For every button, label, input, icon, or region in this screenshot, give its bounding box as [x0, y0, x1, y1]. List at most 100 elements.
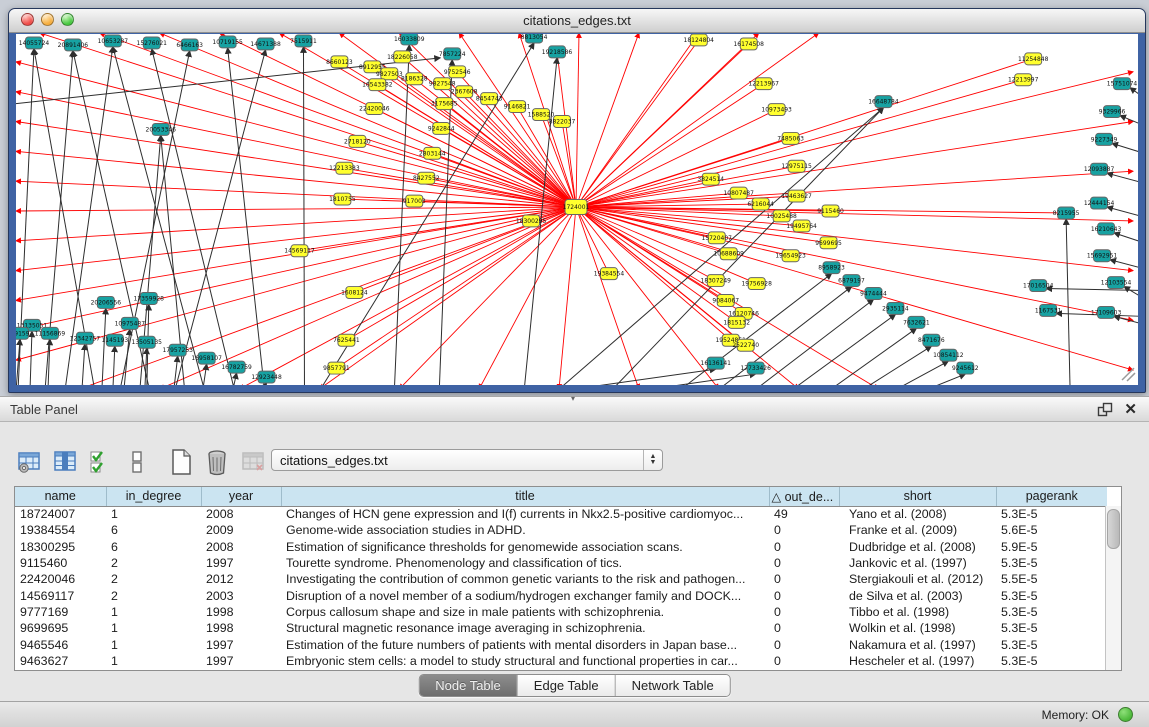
- table-cell[interactable]: de Silva et al. (2003): [839, 587, 996, 603]
- graph-edge[interactable]: [399, 207, 576, 385]
- graph-edge[interactable]: [860, 346, 931, 385]
- table-cell[interactable]: 2008: [201, 539, 281, 555]
- table-cell[interactable]: 18300295: [15, 539, 106, 555]
- graph-edge[interactable]: [576, 34, 579, 207]
- table-cell[interactable]: Nakamura et al. (1997): [839, 636, 996, 652]
- table-cell[interactable]: 5.9E-5: [996, 539, 1107, 555]
- table-row[interactable]: 1456911722003Disruption of a novel membe…: [15, 587, 1107, 603]
- delete-column-button[interactable]: [202, 447, 232, 477]
- graph-edge[interactable]: [160, 34, 576, 207]
- table-cell[interactable]: Tibbo et al. (1998): [839, 604, 996, 620]
- graph-edge[interactable]: [576, 122, 1133, 208]
- table-cell[interactable]: 2012: [201, 571, 281, 587]
- graph-edge[interactable]: [203, 364, 207, 385]
- canvas-resize-grip[interactable]: [1122, 368, 1135, 381]
- graph-edge[interactable]: [30, 331, 32, 385]
- table-cell[interactable]: 49: [769, 506, 839, 522]
- graph-edge[interactable]: [145, 348, 147, 385]
- graph-edge[interactable]: [1110, 260, 1138, 269]
- graph-edge[interactable]: [228, 48, 265, 385]
- graph-edge[interactable]: [152, 49, 235, 385]
- table-cell[interactable]: Corpus callosum shape and size in male p…: [281, 604, 769, 620]
- table-cell[interactable]: 1: [106, 604, 201, 620]
- graph-edge[interactable]: [319, 43, 534, 385]
- table-cell[interactable]: Stergiakouli et al. (2012): [839, 571, 996, 587]
- table-cell[interactable]: Investigating the contribution of common…: [281, 571, 769, 587]
- graph-edge[interactable]: [576, 207, 1133, 271]
- table-cell[interactable]: 18724007: [15, 506, 106, 522]
- table-row[interactable]: 1830029562008Estimation of significance …: [15, 539, 1107, 555]
- graph-edge[interactable]: [16, 207, 576, 330]
- column-header-name[interactable]: name: [15, 487, 106, 506]
- network-canvas[interactable]: 8660123891295518226058982750316543382818…: [16, 34, 1138, 385]
- table-cell[interactable]: 1: [106, 653, 201, 669]
- table-cell[interactable]: 1: [106, 636, 201, 652]
- table-cell[interactable]: 6: [106, 522, 201, 538]
- table-cell[interactable]: 1998: [201, 604, 281, 620]
- table-cell[interactable]: 0: [769, 539, 839, 555]
- graph-edge[interactable]: [1130, 88, 1138, 98]
- table-cell[interactable]: 9699695: [15, 620, 106, 636]
- graph-edge[interactable]: [175, 50, 266, 385]
- table-cell[interactable]: Genome-wide association studies in ADHD.: [281, 522, 769, 538]
- table-cell[interactable]: 19384554: [15, 522, 106, 538]
- graph-edge[interactable]: [1114, 316, 1138, 324]
- table-cell[interactable]: Structural magnetic resonance image aver…: [281, 620, 769, 636]
- table-cell[interactable]: 6: [106, 539, 201, 555]
- table-cell[interactable]: Hescheler et al. (1997): [839, 653, 996, 669]
- graph-edge[interactable]: [160, 207, 576, 385]
- graph-edge[interactable]: [394, 45, 409, 385]
- table-cell[interactable]: Franke et al. (2009): [839, 522, 996, 538]
- tab-network-table[interactable]: Network Table: [616, 675, 730, 696]
- vertical-scrollbar[interactable]: [1105, 506, 1121, 670]
- table-cell[interactable]: Dudbridge et al. (2008): [839, 539, 996, 555]
- table-cell[interactable]: 9115460: [15, 555, 106, 571]
- graph-edge[interactable]: [16, 207, 576, 211]
- table-cell[interactable]: Wolkin et al. (1998): [839, 620, 996, 636]
- float-panel-icon[interactable]: [1097, 402, 1113, 418]
- graph-edge[interactable]: [113, 346, 115, 385]
- table-cell[interactable]: 2: [106, 555, 201, 571]
- table-cell[interactable]: 1: [106, 620, 201, 636]
- graph-edge[interactable]: [639, 374, 756, 385]
- select-all-button[interactable]: [86, 447, 116, 477]
- table-cell[interactable]: 14569117: [15, 587, 106, 603]
- table-cell[interactable]: 0: [769, 604, 839, 620]
- graph-edge[interactable]: [1107, 173, 1138, 183]
- table-cell[interactable]: Estimation of significance thresholds fo…: [281, 539, 769, 555]
- splitter-handle-icon[interactable]: ▾: [566, 396, 580, 402]
- table-cell[interactable]: 2: [106, 571, 201, 587]
- table-cell[interactable]: 22420046: [15, 571, 106, 587]
- table-cell[interactable]: 1: [106, 506, 201, 522]
- tab-edge-table[interactable]: Edge Table: [518, 675, 616, 696]
- table-cell[interactable]: 5.3E-5: [996, 620, 1107, 636]
- table-cell[interactable]: 5.5E-5: [996, 571, 1107, 587]
- table-cell[interactable]: 1997: [201, 636, 281, 652]
- table-cell[interactable]: 0: [769, 636, 839, 652]
- table-cell[interactable]: 9463627: [15, 653, 106, 669]
- graph-edge[interactable]: [1124, 287, 1138, 299]
- table-cell[interactable]: 5.3E-5: [996, 555, 1107, 571]
- table-cell[interactable]: 0: [769, 620, 839, 636]
- table-cell[interactable]: 0: [769, 653, 839, 669]
- scrollbar-thumb[interactable]: [1107, 509, 1120, 549]
- table-cell[interactable]: Yano et al. (2008): [839, 506, 996, 522]
- graph-edge[interactable]: [346, 207, 576, 340]
- table-cell[interactable]: 2008: [201, 506, 281, 522]
- new-column-button[interactable]: [166, 447, 196, 477]
- graph-edge[interactable]: [40, 34, 576, 207]
- table-cell[interactable]: Tourette syndrome. Phenomenology and cla…: [281, 555, 769, 571]
- table-row[interactable]: 969969511998Structural magnetic resonanc…: [15, 620, 1107, 636]
- column-header-year[interactable]: year: [201, 487, 281, 506]
- column-header-pagerank[interactable]: pagerank: [996, 487, 1107, 506]
- table-cell[interactable]: 5.3E-5: [996, 587, 1107, 603]
- graph-edge[interactable]: [16, 207, 576, 271]
- close-panel-icon[interactable]: ✕: [1124, 400, 1137, 418]
- table-cell[interactable]: Estimation of the future numbers of pati…: [281, 636, 769, 652]
- table-cell[interactable]: 0: [769, 571, 839, 587]
- table-row[interactable]: 946362711997Embryonic stem cells: a mode…: [15, 653, 1107, 669]
- table-row[interactable]: 2242004622012Investigating the contribut…: [15, 571, 1107, 587]
- graph-edge[interactable]: [1046, 289, 1138, 291]
- import-table-button[interactable]: [238, 447, 268, 477]
- graph-edge[interactable]: [1066, 219, 1070, 385]
